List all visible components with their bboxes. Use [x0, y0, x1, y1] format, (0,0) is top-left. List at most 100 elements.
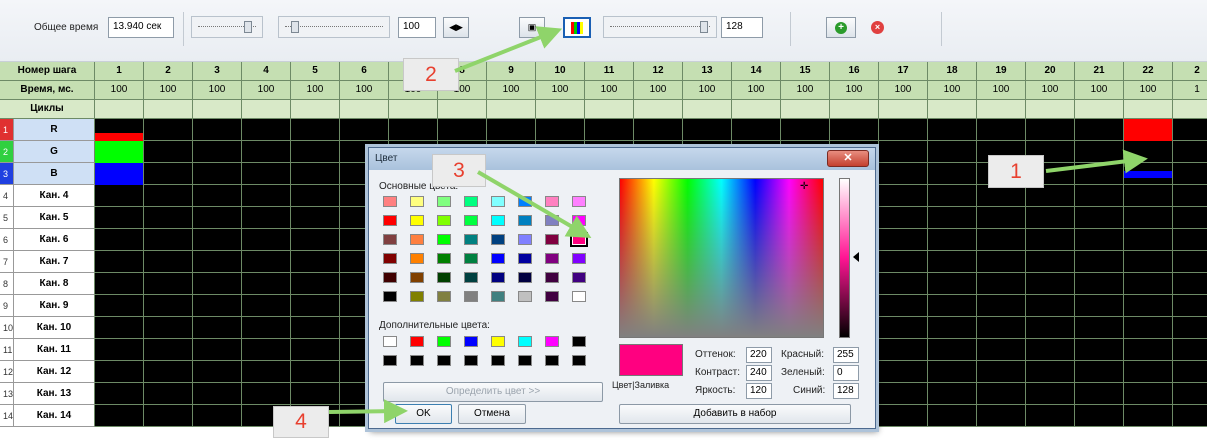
basic-color-swatch[interactable] [383, 234, 397, 245]
red-field[interactable]: 255 [833, 347, 859, 363]
basic-color-swatch[interactable] [383, 272, 397, 283]
value-cell[interactable] [977, 207, 1026, 229]
value-cell[interactable] [1075, 119, 1124, 141]
cycles-cell[interactable] [242, 100, 291, 119]
value-cell[interactable] [1075, 361, 1124, 383]
time-cell[interactable]: 100 [291, 81, 340, 100]
channel-name[interactable]: Кан. 6 [14, 229, 95, 251]
value-cell[interactable] [95, 405, 144, 427]
value-cell[interactable] [928, 295, 977, 317]
value-cell[interactable] [193, 383, 242, 405]
value-cell[interactable] [1124, 185, 1173, 207]
basic-color-swatch[interactable] [491, 215, 505, 226]
time-cell[interactable]: 100 [732, 81, 781, 100]
value-cell[interactable] [291, 295, 340, 317]
slider-thumb[interactable] [244, 21, 252, 33]
value-cell[interactable] [879, 251, 928, 273]
delete-icon[interactable]: × [871, 21, 884, 34]
value-cell[interactable] [1075, 405, 1124, 427]
value-cell[interactable] [193, 273, 242, 295]
cycles-cell[interactable] [340, 100, 389, 119]
value-cell[interactable] [193, 361, 242, 383]
channel-name[interactable]: B [14, 163, 95, 185]
basic-color-swatch[interactable] [437, 215, 451, 226]
value-cell[interactable] [144, 361, 193, 383]
value-cell[interactable] [193, 405, 242, 427]
basic-color-swatch[interactable] [383, 253, 397, 264]
value-cell[interactable] [95, 185, 144, 207]
value-cell[interactable] [1124, 207, 1173, 229]
value-cell[interactable] [977, 229, 1026, 251]
slider-a[interactable] [191, 16, 263, 38]
value-cell[interactable] [977, 361, 1026, 383]
time-cell[interactable]: 100 [1026, 81, 1075, 100]
cycles-cell[interactable] [781, 100, 830, 119]
value-cell[interactable] [95, 251, 144, 273]
value-cell[interactable] [1026, 229, 1075, 251]
luminance-arrow-icon[interactable] [853, 252, 859, 262]
basic-color-swatch[interactable] [383, 291, 397, 302]
value-cell[interactable] [291, 229, 340, 251]
cycles-cell[interactable] [95, 100, 144, 119]
value-cell[interactable] [438, 119, 487, 141]
value-cell[interactable] [879, 141, 928, 163]
value-cell[interactable] [928, 405, 977, 427]
value-cell[interactable] [1026, 185, 1075, 207]
value-cell[interactable] [144, 339, 193, 361]
value-cell[interactable] [732, 119, 781, 141]
channel-name[interactable]: G [14, 141, 95, 163]
value-cell[interactable] [291, 361, 340, 383]
value-cell[interactable] [1173, 229, 1207, 251]
value-cell[interactable] [242, 361, 291, 383]
value-cell[interactable] [95, 163, 144, 185]
value-cell[interactable] [1026, 207, 1075, 229]
value-cell[interactable] [144, 141, 193, 163]
value-cell[interactable] [1075, 251, 1124, 273]
basic-color-swatch[interactable] [437, 291, 451, 302]
value-cell[interactable] [1173, 405, 1207, 427]
sat-field[interactable]: 240 [746, 365, 772, 381]
value-cell[interactable] [977, 405, 1026, 427]
cancel-button[interactable]: Отмена [458, 404, 526, 424]
basic-color-swatch[interactable] [383, 215, 397, 226]
value-cell[interactable] [95, 383, 144, 405]
cycles-cell[interactable] [585, 100, 634, 119]
cycles-cell[interactable] [193, 100, 242, 119]
value-cell[interactable] [1173, 361, 1207, 383]
value-cell[interactable] [1124, 119, 1173, 141]
basic-color-swatch[interactable] [518, 215, 532, 226]
value-cell[interactable] [1075, 295, 1124, 317]
value-cell[interactable] [291, 317, 340, 339]
value-cell[interactable] [193, 163, 242, 185]
hue-field[interactable]: 220 [746, 347, 772, 363]
time-cell[interactable]: 100 [242, 81, 291, 100]
value-cell[interactable] [1026, 251, 1075, 273]
value-cell[interactable] [242, 185, 291, 207]
value-cell[interactable] [1075, 185, 1124, 207]
value-cell[interactable] [683, 119, 732, 141]
time-cell[interactable]: 100 [536, 81, 585, 100]
custom-color-swatch[interactable] [464, 336, 478, 347]
custom-color-swatch[interactable] [545, 336, 559, 347]
value-cell[interactable] [144, 383, 193, 405]
value-cell[interactable] [144, 229, 193, 251]
basic-color-swatch[interactable] [410, 234, 424, 245]
channel-name[interactable]: R [14, 119, 95, 141]
value-cell[interactable] [879, 119, 928, 141]
speed-field[interactable]: 100 [398, 17, 436, 38]
custom-color-swatch[interactable] [572, 336, 586, 347]
basic-color-swatch[interactable] [464, 215, 478, 226]
value-cell[interactable] [585, 119, 634, 141]
time-cell[interactable]: 100 [830, 81, 879, 100]
luminance-bar[interactable] [839, 178, 850, 338]
time-cell[interactable]: 100 [928, 81, 977, 100]
value-cell[interactable] [1173, 207, 1207, 229]
value-cell[interactable] [830, 119, 879, 141]
value-cell[interactable] [487, 119, 536, 141]
save-icon-button[interactable]: ▣ [519, 17, 545, 38]
value-cell[interactable] [879, 295, 928, 317]
value-cell[interactable] [193, 207, 242, 229]
value-cell[interactable] [879, 207, 928, 229]
time-cell[interactable]: 100 [487, 81, 536, 100]
time-cell[interactable]: 100 [340, 81, 389, 100]
